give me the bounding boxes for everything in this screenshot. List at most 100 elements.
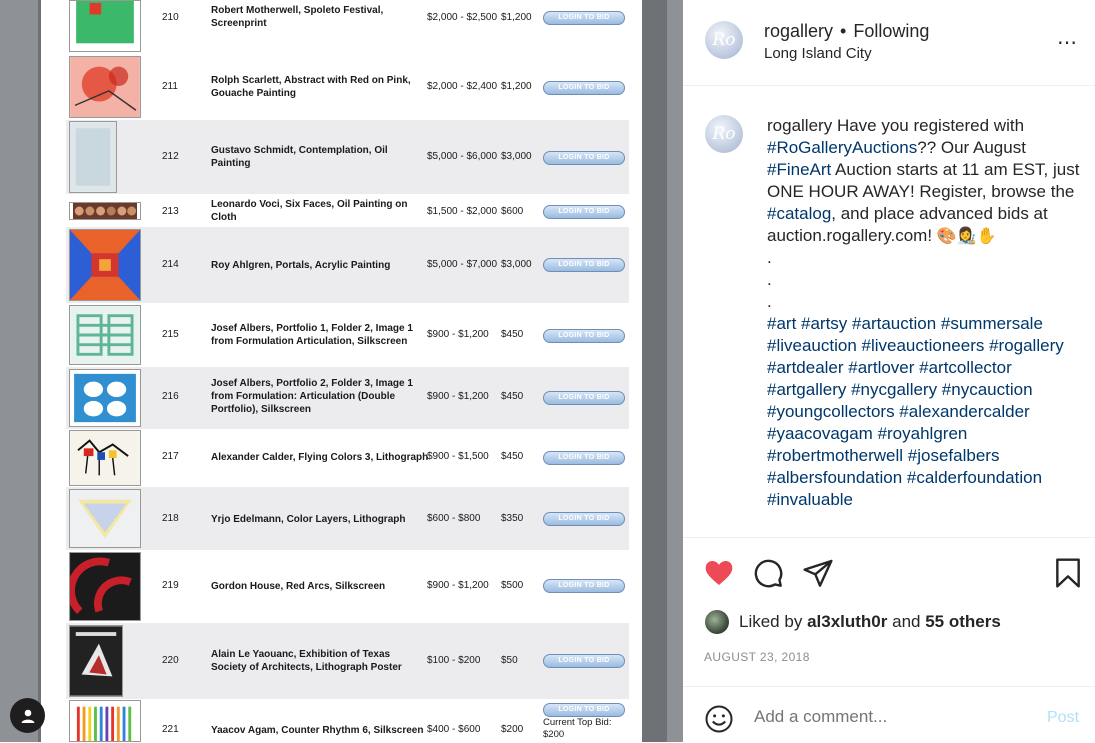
lot-number: 219 bbox=[162, 580, 179, 591]
login-to-bid-button[interactable]: LOGIN TO BID bbox=[543, 258, 625, 272]
lot-title: Alain Le Yaouanc, Exhibition of Texas So… bbox=[211, 649, 402, 673]
lot-opening-bid: $200 bbox=[501, 724, 524, 735]
hashtag-link[interactable]: #FineArt bbox=[767, 160, 831, 179]
lot-number: 217 bbox=[162, 451, 179, 462]
hashtag-link[interactable]: #catalog bbox=[767, 204, 831, 223]
artwork-thumbnail bbox=[69, 625, 123, 697]
login-to-bid-button[interactable]: LOGIN TO BID bbox=[543, 81, 625, 95]
post-comment-button[interactable]: Post bbox=[1047, 709, 1079, 727]
lot-number: 210 bbox=[162, 12, 179, 23]
lot-opening-bid: $500 bbox=[501, 580, 524, 591]
lot-row: 213 Leonardo Voci, Six Faces, Oil Painti… bbox=[66, 194, 629, 227]
likes-summary: Liked by al3xluth0r and 55 others bbox=[705, 610, 1001, 634]
lot-title: Josef Albers, Portfolio 1, Folder 2, Ima… bbox=[211, 323, 413, 347]
liker-username[interactable]: al3xluth0r bbox=[807, 612, 887, 632]
login-to-bid-button[interactable]: LOGIN TO BID bbox=[543, 151, 625, 165]
artwork-thumbnail bbox=[69, 430, 141, 486]
lot-opening-bid: $3,000 bbox=[501, 151, 532, 162]
likes-others-link[interactable]: 55 others bbox=[925, 612, 1001, 632]
lot-title: Gustavo Schmidt, Contemplation, Oil Pain… bbox=[211, 145, 388, 169]
post-actions: Liked by al3xluth0r and 55 others AUGUST… bbox=[683, 537, 1095, 686]
current-top-bid: Current Top Bid: $200 bbox=[543, 717, 612, 740]
artwork-thumbnail bbox=[69, 56, 141, 118]
caption-username[interactable]: rogallery bbox=[767, 116, 832, 135]
lot-number: 216 bbox=[162, 391, 179, 402]
lot-number: 221 bbox=[162, 724, 179, 735]
caption-dot: . bbox=[767, 270, 772, 289]
following-button[interactable]: Following bbox=[853, 21, 929, 41]
lot-title: Josef Albers, Portfolio 2, Folder 3, Ima… bbox=[211, 378, 413, 415]
artwork-thumbnail bbox=[69, 369, 141, 427]
header-user-line: rogallery • Following bbox=[764, 21, 929, 42]
emoji-icon[interactable] bbox=[704, 704, 734, 734]
lot-row: 220 Alain Le Yaouanc, Exhibition of Texa… bbox=[66, 623, 629, 699]
hashtag-link[interactable]: #RoGalleryAuctions bbox=[767, 138, 917, 157]
artwork-thumbnail bbox=[69, 700, 141, 742]
login-to-bid-button[interactable]: LOGIN TO BID bbox=[543, 451, 625, 465]
location-link[interactable]: Long Island City bbox=[764, 45, 872, 62]
comment-button[interactable] bbox=[752, 557, 784, 589]
liker-avatar[interactable] bbox=[705, 610, 729, 634]
login-to-bid-button[interactable]: LOGIN TO BID bbox=[543, 654, 625, 668]
login-to-bid-button[interactable]: LOGIN TO BID bbox=[543, 579, 625, 593]
lot-opening-bid: $1,200 bbox=[501, 12, 532, 23]
lot-opening-bid: $450 bbox=[501, 391, 524, 402]
login-to-bid-button[interactable]: LOGIN TO BID bbox=[543, 703, 625, 717]
lot-number: 220 bbox=[162, 655, 179, 666]
lot-row: 215 Josef Albers, Portfolio 1, Folder 2,… bbox=[66, 303, 629, 367]
post-image[interactable]: 210 Robert Motherwell, Spoleto Festival,… bbox=[0, 0, 683, 742]
save-button[interactable] bbox=[1052, 557, 1084, 589]
lot-opening-bid: $50 bbox=[501, 655, 518, 666]
post-caption: rogallery Have you registered with #RoGa… bbox=[767, 115, 1089, 511]
like-button[interactable] bbox=[703, 557, 735, 589]
comments-area: Ro rogallery Have you registered with #R… bbox=[683, 86, 1095, 537]
avatar-monogram: Ro bbox=[712, 124, 736, 144]
caption-text: ?? Our August bbox=[917, 138, 1026, 157]
comment-input[interactable] bbox=[754, 707, 994, 727]
artwork-thumbnail bbox=[69, 202, 141, 220]
artwork-thumbnail bbox=[69, 0, 141, 52]
username-link[interactable]: rogallery bbox=[764, 21, 833, 41]
lot-row: 219 Gordon House, Red Arcs, Silkscreen $… bbox=[66, 550, 629, 623]
lot-opening-bid: $3,000 bbox=[501, 259, 532, 270]
login-to-bid-button[interactable]: LOGIN TO BID bbox=[543, 329, 625, 343]
lot-title: Robert Motherwell, Spoleto Festival, Scr… bbox=[211, 5, 384, 29]
heart-icon bbox=[705, 561, 733, 585]
lot-number: 213 bbox=[162, 206, 179, 217]
login-to-bid-button[interactable]: LOGIN TO BID bbox=[543, 11, 625, 25]
artwork-thumbnail bbox=[69, 305, 141, 365]
login-to-bid-button[interactable]: LOGIN TO BID bbox=[543, 205, 625, 219]
more-options-icon[interactable]: ⋯ bbox=[1057, 30, 1078, 55]
post-sidebar: Ro rogallery • Following Long Island City … bbox=[683, 0, 1095, 742]
avatar[interactable]: Ro bbox=[705, 21, 743, 59]
caption-dot: . bbox=[767, 292, 772, 311]
hashtag-list[interactable]: #art #artsy #artauction #summersale #liv… bbox=[767, 313, 1089, 511]
avatar[interactable]: Ro bbox=[705, 115, 743, 153]
share-button[interactable] bbox=[802, 557, 834, 589]
lot-opening-bid: $600 bbox=[501, 206, 524, 217]
lot-title: Yrjo Edelmann, Color Layers, Lithograph bbox=[211, 514, 406, 525]
lot-opening-bid: $1,200 bbox=[501, 81, 532, 92]
login-to-bid-button[interactable]: LOGIN TO BID bbox=[543, 391, 625, 405]
lot-estimate: $400 - $600 bbox=[427, 724, 481, 735]
lot-number: 218 bbox=[162, 513, 179, 524]
artwork-thumbnail bbox=[69, 489, 141, 548]
bookmark-icon bbox=[1056, 558, 1080, 588]
comment-bar: Post bbox=[683, 686, 1095, 743]
login-to-bid-button[interactable]: LOGIN TO BID bbox=[543, 512, 625, 526]
post-date[interactable]: AUGUST 23, 2018 bbox=[704, 650, 810, 664]
lot-opening-bid: $350 bbox=[501, 513, 524, 524]
avatar-monogram: Ro bbox=[712, 30, 736, 50]
lot-estimate: $2,000 - $2,400 bbox=[427, 81, 498, 92]
post-header: Ro rogallery • Following Long Island City … bbox=[683, 0, 1095, 86]
user-tags-button[interactable] bbox=[10, 698, 45, 733]
lot-row: 211 Rolph Scarlett, Abstract with Red on… bbox=[66, 54, 629, 120]
lot-estimate: $5,000 - $7,000 bbox=[427, 259, 498, 270]
lot-title: Roy Ahlgren, Portals, Acrylic Painting bbox=[211, 260, 391, 271]
artwork-thumbnail bbox=[69, 121, 117, 193]
lot-estimate: $600 - $800 bbox=[427, 513, 481, 524]
lot-title: Yaacov Agam, Counter Rhythm 6, Silkscree… bbox=[211, 725, 424, 736]
lot-row: 217 Alexander Calder, Flying Colors 3, L… bbox=[66, 429, 629, 487]
lot-title: Rolph Scarlett, Abstract with Red on Pin… bbox=[211, 75, 411, 99]
caption-text: Have you registered with bbox=[836, 116, 1025, 135]
